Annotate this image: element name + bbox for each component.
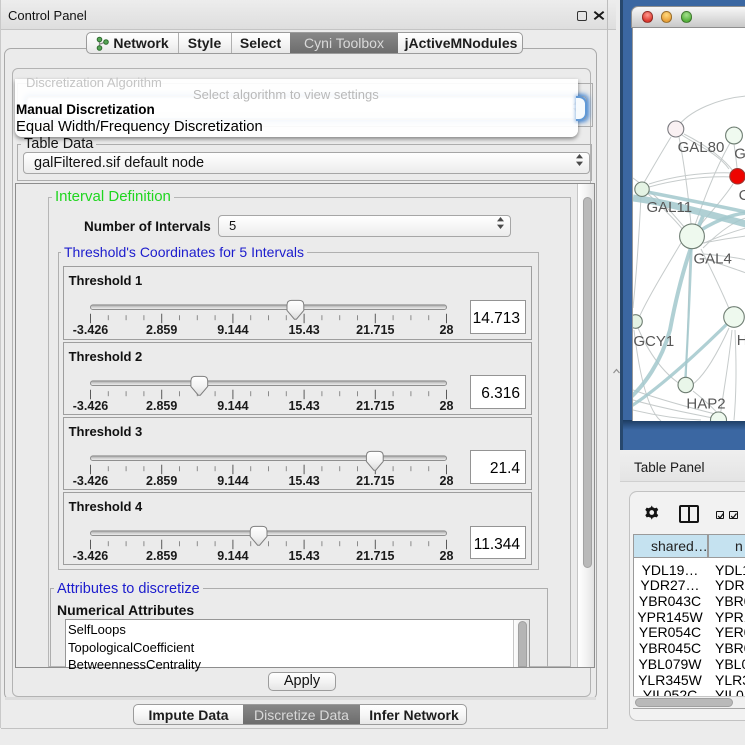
svg-text:GAL4: GAL4 (694, 251, 732, 268)
svg-text:C: C (739, 187, 745, 204)
svg-text:H: H (737, 332, 745, 349)
svg-text:GA: GA (734, 146, 745, 163)
svg-text:GAL80: GAL80 (678, 139, 725, 156)
svg-text:GAL11: GAL11 (647, 199, 693, 216)
svg-text:HAP2: HAP2 (686, 396, 725, 413)
svg-text:GCY1: GCY1 (633, 333, 674, 350)
